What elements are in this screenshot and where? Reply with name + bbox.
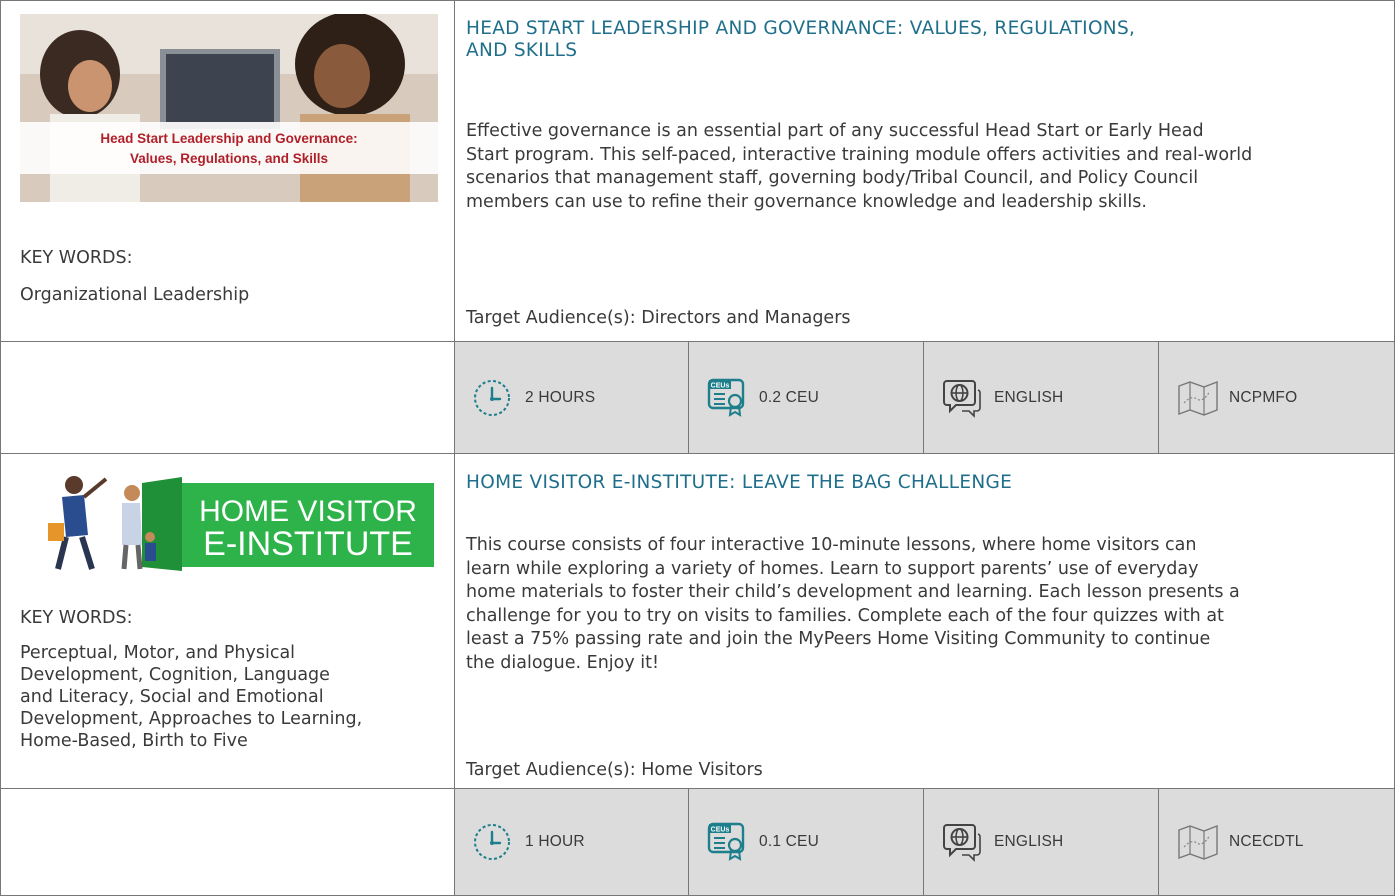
duration-label: 2 HOURS bbox=[525, 388, 596, 406]
course2-meta-left-empty bbox=[0, 788, 455, 896]
keyword-line: Home-Based, Birth to Five bbox=[20, 731, 248, 751]
keyword-line: and Literacy, Social and Emotional bbox=[20, 687, 324, 707]
course1-keywords: Organizational Leadership bbox=[20, 284, 440, 306]
keyword-line: Development, Cognition, Language bbox=[20, 665, 330, 685]
keyword-line: Development, Approaches to Learning, bbox=[20, 709, 363, 729]
course1-thumbnail[interactable]: Head Start Leadership and Governance: Va… bbox=[20, 14, 438, 202]
home-visitor-banner: HOME VISITOR E-INSTITUTE bbox=[22, 465, 437, 577]
course-table: Head Start Leadership and Governance: Va… bbox=[0, 0, 1395, 896]
desc-line: the dialogue. Enjoy it! bbox=[466, 652, 660, 673]
title-line: HOME VISITOR E-INSTITUTE: LEAVE THE BAG … bbox=[466, 472, 1013, 493]
thumb1-line2: Values, Regulations, and Skills bbox=[130, 151, 328, 166]
desc-line: challenge for you to try on visits to fa… bbox=[466, 605, 1224, 626]
desc-line: Effective governance is an essential par… bbox=[466, 121, 1204, 141]
map-icon bbox=[1178, 380, 1218, 416]
ceu-badge-text: CEUs bbox=[711, 382, 730, 389]
clock-icon bbox=[474, 379, 510, 416]
course1-description: Effective governance is an essential par… bbox=[466, 120, 1371, 214]
center-label: NCECDTL bbox=[1229, 833, 1304, 850]
desc-line: least a 75% passing rate and join the My… bbox=[466, 629, 1211, 649]
title-line: HEAD START LEADERSHIP AND GOVERNANCE: VA… bbox=[466, 18, 1136, 39]
leadership-photo: Head Start Leadership and Governance: Va… bbox=[20, 14, 438, 202]
course1-title[interactable]: HEAD START LEADERSHIP AND GOVERNANCE: VA… bbox=[466, 18, 1135, 62]
desc-line: home materials to foster their child’s d… bbox=[466, 582, 1240, 602]
course1-target-audience: Target Audience(s): Directors and Manage… bbox=[466, 308, 851, 328]
course2-thumbnail[interactable]: HOME VISITOR E-INSTITUTE bbox=[22, 465, 437, 577]
center-label: NCPMFO bbox=[1229, 388, 1298, 406]
ceu-label: 0.1 CEU bbox=[759, 833, 819, 850]
desc-line: Start program. This self-paced, interact… bbox=[466, 144, 1253, 165]
thumb1-line1: Head Start Leadership and Governance: bbox=[100, 131, 357, 146]
thumb2-line1: HOME VISITOR bbox=[199, 495, 417, 528]
desc-line: This course consists of four interactive… bbox=[466, 535, 1197, 555]
course1-ceu: CEUs 0.2 CEU bbox=[688, 341, 924, 454]
course1-keywords-label: KEY WORDS: bbox=[20, 248, 133, 268]
thumb2-line2: E-INSTITUTE bbox=[203, 525, 413, 563]
desc-line: scenarios that management staff, governi… bbox=[466, 168, 1199, 188]
language-label: ENGLISH bbox=[994, 833, 1064, 850]
duration-label: 1 HOUR bbox=[525, 833, 585, 850]
ceu-certificate-icon: CEUs bbox=[707, 378, 745, 417]
course2-keywords: Perceptual, Motor, and Physical Developm… bbox=[20, 642, 440, 752]
course2-keywords-label: KEY WORDS: bbox=[20, 608, 133, 628]
desc-line: members can use to refine their governan… bbox=[466, 191, 1147, 212]
globe-speech-icon bbox=[943, 824, 981, 862]
keyword-line: Organizational Leadership bbox=[20, 285, 250, 305]
clock-icon bbox=[474, 824, 510, 860]
desc-line: learn while exploring a variety of homes… bbox=[466, 558, 1199, 579]
course2-description: This course consists of four interactive… bbox=[466, 534, 1371, 675]
course1-meta-left-empty bbox=[0, 341, 455, 454]
course2-duration: 1 HOUR bbox=[454, 788, 689, 896]
course2-ceu: CEUs 0.1 CEU bbox=[688, 788, 924, 896]
course1-language: ENGLISH bbox=[923, 341, 1159, 454]
title-line: AND SKILLS bbox=[466, 40, 578, 61]
course1-center: NCPMFO bbox=[1158, 341, 1395, 454]
course2-target-audience: Target Audience(s): Home Visitors bbox=[466, 760, 763, 780]
ceu-badge-text: CEUs bbox=[711, 827, 730, 834]
course1-duration: 2 HOURS bbox=[454, 341, 689, 454]
ceu-certificate-icon: CEUs bbox=[707, 822, 745, 861]
course2-center: NCECDTL bbox=[1158, 788, 1395, 896]
ceu-label: 0.2 CEU bbox=[759, 388, 819, 406]
course2-language: ENGLISH bbox=[923, 788, 1159, 896]
language-label: ENGLISH bbox=[994, 388, 1064, 406]
course2-title[interactable]: HOME VISITOR E-INSTITUTE: LEAVE THE BAG … bbox=[466, 472, 1012, 494]
map-icon bbox=[1178, 824, 1218, 860]
globe-speech-icon bbox=[943, 379, 981, 418]
keyword-line: Perceptual, Motor, and Physical bbox=[20, 643, 296, 663]
